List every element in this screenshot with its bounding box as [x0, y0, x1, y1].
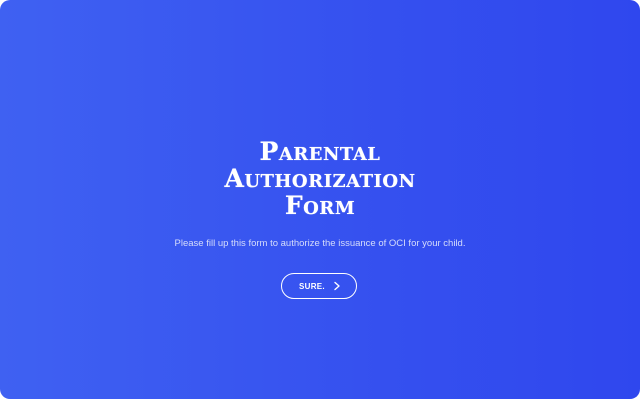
start-form-button[interactable]: SURE. [281, 273, 357, 299]
form-title-line-3: Form [284, 191, 356, 220]
form-title-line-1: Parental [259, 137, 381, 166]
start-form-button-label: SURE. [299, 282, 325, 291]
welcome-screen: Parental Authorization Form Please fill … [0, 0, 640, 399]
form-subtitle: Please fill up this form to authorize th… [174, 238, 466, 249]
chevron-right-icon [334, 281, 340, 291]
form-title: Parental Authorization Form [0, 138, 640, 219]
form-title-line-2: Authorization [224, 164, 416, 193]
